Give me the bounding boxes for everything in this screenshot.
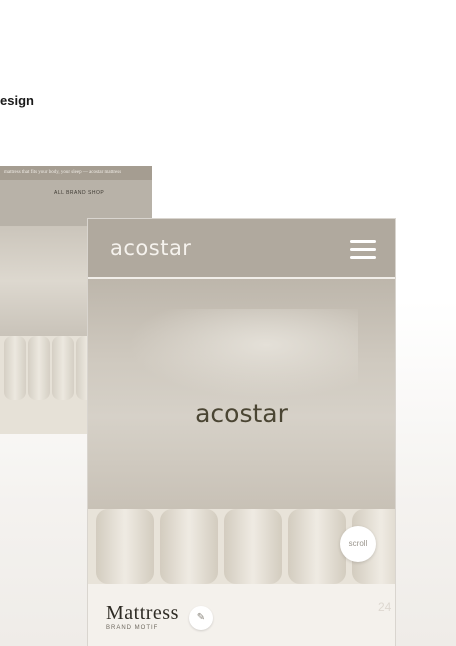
mobile-header: acostar	[88, 219, 395, 279]
quilt-panel	[224, 509, 282, 584]
back-nav: ALL BRAND SHOP	[54, 190, 105, 196]
product-subtitle: BRAND MOTIF	[106, 625, 159, 631]
quilt-panel	[28, 336, 50, 400]
product-title: Mattress	[106, 602, 179, 624]
quilt-panel	[4, 336, 26, 400]
quilt-panel	[160, 509, 218, 584]
front-screen-mockup: acostar acostar scroll Mattress BRAND MO…	[88, 219, 395, 646]
quilt-panel	[288, 509, 346, 584]
page-number: 24	[378, 600, 392, 614]
product-card: Mattress BRAND MOTIF ✎	[88, 584, 395, 646]
quilt-panel	[52, 336, 74, 400]
menu-icon[interactable]	[350, 240, 376, 260]
logo[interactable]: acostar	[110, 236, 191, 260]
scroll-button[interactable]: scroll	[340, 526, 376, 562]
quilt-panel	[96, 509, 154, 584]
hero-brand-wordmark: acostar	[195, 399, 288, 428]
hero-image	[88, 279, 395, 509]
section-headline: esign	[0, 93, 34, 108]
edit-icon[interactable]: ✎	[189, 606, 213, 630]
pillow-fold	[128, 309, 358, 399]
back-topbar: mattress that fits your body, your sleep…	[0, 166, 152, 180]
